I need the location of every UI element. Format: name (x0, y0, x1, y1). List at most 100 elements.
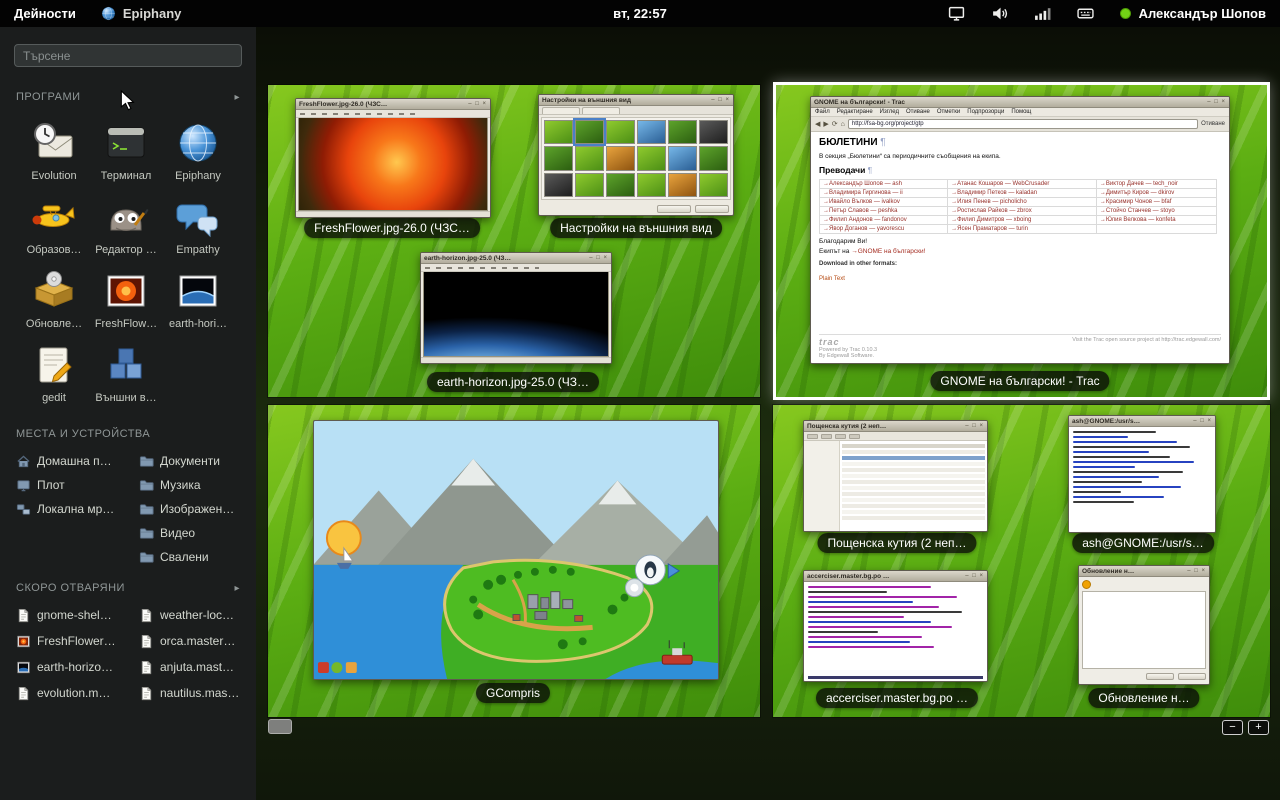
window-buttons: – □ × (589, 255, 608, 261)
url-field[interactable]: http://fsa-bg.org/project/gtp (848, 119, 1198, 129)
menu-go[interactable]: Отиване (906, 109, 930, 115)
app-item-gimp[interactable]: Редактор … (90, 193, 162, 256)
desktop-icon (16, 478, 31, 493)
translator-cell: →Красимир Чонов — bfaf (1096, 198, 1216, 207)
app-item-freshflower[interactable]: FreshFlow… (90, 267, 162, 330)
app-item-evolution[interactable]: Evolution (18, 119, 90, 182)
volume-icon[interactable] (991, 5, 1008, 22)
app-item-gedit[interactable]: gedit (18, 341, 90, 404)
workspace-3[interactable]: GCompris (268, 405, 760, 717)
menu-edit[interactable]: Редактиране (837, 109, 873, 115)
app-item-epiphany[interactable]: Epiphany (162, 119, 234, 182)
window-label: ash@GNOME:/usr/s… (1072, 533, 1214, 553)
places-col-2: Документи Музика Изображен… Видео Свален… (139, 452, 256, 566)
window-update-manager[interactable]: Обновление н… – □ × (1078, 565, 1210, 685)
recent-expand-icon[interactable]: ▸ (234, 583, 240, 594)
recent-item-earth-horizon[interactable]: earth-horizo… (16, 658, 133, 676)
window-label: accerciser.master.bg.po … (816, 688, 978, 708)
overview-sidebar: ПРОГРАМИ ▸ Evolution Терминал Epiphany О… (0, 27, 256, 800)
window-label: Настройки на външния вид (550, 218, 722, 238)
menu-tabs[interactable]: Подпрозорци (967, 109, 1004, 115)
back-icon[interactable]: ◀ (815, 120, 820, 128)
workspace-2[interactable]: GNOME на български! - Trac – □ × Файл Ре… (773, 82, 1270, 400)
window-trac-browser[interactable]: GNOME на български! - Trac – □ × Файл Ре… (810, 96, 1230, 364)
recent-item-freshflower[interactable]: FreshFlower… (16, 632, 133, 650)
remove-workspace-button[interactable]: − (1222, 720, 1243, 735)
clock[interactable]: вт, 22:57 (613, 6, 667, 21)
folder-icon (139, 502, 154, 517)
place-item-downloads[interactable]: Свалени (139, 548, 256, 566)
reload-icon[interactable]: ⟳ (832, 120, 838, 128)
window-terminal[interactable]: ash@GNOME:/usr/s… – □ × (1068, 415, 1216, 533)
recent-item-gnome-shell[interactable]: gnome-shel… (16, 606, 133, 624)
place-item-desktop[interactable]: Плот (16, 476, 133, 494)
team-prefix: Екипът на (819, 248, 851, 255)
window-title: Настройки на външния вид (542, 97, 708, 104)
place-item-videos[interactable]: Видео (139, 524, 256, 542)
workspace-4[interactable]: Пощенска кутия (2 неп… – □ × (773, 405, 1270, 717)
window-mailbox[interactable]: Пощенска кутия (2 неп… – □ × (803, 420, 988, 532)
app-menu[interactable]: Epiphany (90, 5, 192, 22)
forward-icon[interactable]: ▶ (823, 120, 828, 128)
menu-help[interactable]: Помощ (1011, 109, 1031, 115)
workspace-1[interactable]: FreshFlower.jpg-26.0 (ЧЗС… – □ × Настрой… (268, 85, 760, 397)
home-icon[interactable]: ⌂ (841, 121, 845, 128)
menu-view[interactable]: Изглед (880, 109, 899, 115)
place-item-local-network[interactable]: Локална мр… (16, 500, 133, 518)
flower-photo-icon (102, 267, 150, 315)
place-item-music[interactable]: Музика (139, 476, 256, 494)
app-item-gcompris[interactable]: Образов… (18, 193, 90, 256)
window-gcompris[interactable] (313, 420, 719, 680)
flower-photo-icon (16, 634, 31, 649)
packages-icon (102, 341, 150, 389)
download-label: Download in other formats: (819, 261, 1221, 267)
menu-file[interactable]: Файл (815, 109, 830, 115)
app-item-software-update[interactable]: Обновле… (18, 267, 90, 330)
display-icon[interactable] (948, 5, 965, 22)
app-item-terminal[interactable]: Терминал (90, 119, 162, 182)
warning-icon (1082, 580, 1091, 589)
workspace-pager-indicator[interactable] (268, 719, 292, 734)
window-buttons: – □ × (711, 97, 730, 103)
go-button[interactable]: Отиване (1201, 121, 1225, 127)
window-po-editor[interactable]: accerciser.master.bg.po … – □ × (803, 570, 988, 682)
recent-item-anjuta[interactable]: anjuta.mast… (139, 658, 256, 676)
place-item-home[interactable]: Домашна п… (16, 452, 133, 470)
add-workspace-button[interactable]: + (1248, 720, 1269, 735)
programs-expand-icon[interactable]: ▸ (234, 92, 240, 103)
place-label: Видео (160, 526, 195, 540)
keyboard-icon[interactable] (1077, 5, 1094, 22)
window-appearance-settings[interactable]: Настройки на външния вид – □ × (538, 94, 734, 216)
plaintext-link: Plain Text (819, 276, 845, 282)
place-item-pictures[interactable]: Изображен… (139, 500, 256, 518)
recent-item-orca[interactable]: orca.master… (139, 632, 256, 650)
recent-item-evolution[interactable]: evolution.m… (16, 684, 133, 702)
window-title: Пощенска кутия (2 неп… (807, 423, 962, 430)
window-buttons: – □ × (1187, 568, 1206, 574)
mail-content-preview (804, 441, 987, 531)
network-signal-icon[interactable] (1034, 5, 1051, 22)
window-freshflower[interactable]: FreshFlower.jpg-26.0 (ЧЗС… – □ × (295, 98, 491, 218)
folder-icon (139, 550, 154, 565)
recent-item-weather[interactable]: weather-loc… (139, 606, 256, 624)
page-heading: БЮЛЕТИНИ ¶ (819, 137, 1221, 148)
activities-button[interactable]: Дейности (0, 0, 90, 27)
user-menu[interactable]: Александър Шопов (1120, 6, 1266, 21)
app-label: Evolution (31, 170, 76, 182)
window-earth-horizon[interactable]: earth-horizon.jpg-25.0 (ЧЗ… – □ × (420, 252, 612, 364)
intro-paragraph: В секция „Бюлетини“ са периодичните съоб… (819, 153, 1221, 160)
trac-logo: trac (819, 337, 877, 347)
recent-item-nautilus[interactable]: nautilus.mas… (139, 684, 256, 702)
translator-cell: →Владимира Гиргинова — ii (820, 189, 948, 198)
software-update-icon (30, 267, 78, 315)
app-item-empathy[interactable]: Empathy (162, 193, 234, 256)
app-item-external-drives[interactable]: Външни в… (90, 341, 162, 404)
recent-col-2: weather-loc… orca.master… anjuta.mast… n… (139, 606, 256, 702)
places-header: МЕСТА И УСТРОЙСТВА (16, 428, 240, 440)
place-item-documents[interactable]: Документи (139, 452, 256, 470)
user-name: Александър Шопов (1139, 6, 1266, 21)
menu-bookmarks[interactable]: Отметки (937, 109, 960, 115)
document-icon (16, 608, 31, 623)
app-item-earth-horizon[interactable]: earth-hori… (162, 267, 234, 330)
search-input[interactable] (14, 44, 242, 67)
